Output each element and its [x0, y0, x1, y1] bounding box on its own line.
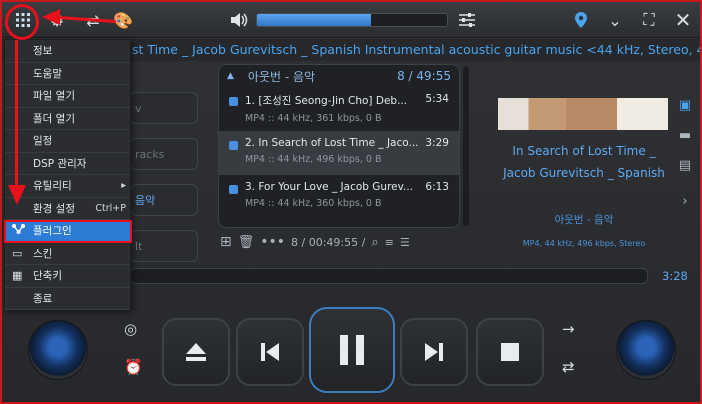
- playlist-scrollbar[interactable]: [463, 66, 469, 226]
- broadcast-icon[interactable]: ◎: [124, 320, 137, 338]
- more-icon[interactable]: •••: [260, 234, 285, 250]
- list-icon[interactable]: ☰: [400, 236, 410, 249]
- sort-icon[interactable]: ≡: [385, 236, 394, 249]
- main-menu: 정보 도움말 파일 열기 폴더 열기 일정 DSP 관리자 유틸리티 ▸ 환경 설…: [4, 39, 131, 310]
- playlist-name: 아웃번 - 음악: [247, 69, 316, 84]
- menu-item-open-file[interactable]: 파일 열기: [5, 85, 130, 108]
- playlist-panel: ▲ 아웃번 - 음악 8 / 49:55 1. [조성진 Seong-Jin C…: [218, 64, 460, 228]
- track-duration: 5:34: [425, 93, 449, 105]
- track-info: MP4 :: 44 kHz, 496 kbps, 0 B: [245, 154, 382, 165]
- menu-item-label: 폴더 열기: [33, 112, 75, 125]
- volume-slider[interactable]: [256, 13, 448, 27]
- track-title: 3. For Your Love _ Jacob Gurev...: [245, 181, 414, 193]
- now-playing-album: 아웃번 - 음악: [554, 214, 614, 226]
- equalizer-icon[interactable]: [456, 10, 478, 30]
- chevron-down-icon[interactable]: ⌄: [604, 10, 626, 30]
- track-checkbox[interactable]: [229, 185, 238, 194]
- track-title: 2. In Search of Lost Time _ Jaco...: [245, 137, 419, 149]
- repeat-icon[interactable]: ⇄: [562, 358, 575, 376]
- seek-bar[interactable]: [130, 268, 648, 284]
- menu-item-label: 정보: [33, 45, 53, 58]
- pause-button[interactable]: [309, 307, 395, 393]
- menu-item-shortcuts[interactable]: ▦ 단축키: [5, 265, 130, 288]
- track-info: MP4 :: 44 kHz, 360 kbps, 0 B: [245, 198, 382, 209]
- search-icon[interactable]: ⌕: [371, 235, 378, 250]
- annotation-arrow-down: [8, 185, 26, 205]
- menu-item-label: 유틸리티: [33, 180, 72, 193]
- eject-button[interactable]: [162, 318, 230, 386]
- track-duration: 6:13: [425, 181, 449, 193]
- annotation-line: [15, 40, 18, 188]
- fullscreen-icon[interactable]: ⛶: [638, 10, 660, 30]
- track-checkbox[interactable]: [229, 141, 238, 150]
- stop-button[interactable]: [476, 318, 544, 386]
- menu-item-schedule[interactable]: 일정: [5, 130, 130, 153]
- menu-item-exit[interactable]: 종료: [5, 288, 130, 310]
- arrow-right-icon[interactable]: →: [562, 320, 575, 338]
- clapperboard-icon[interactable]: ▬: [675, 128, 695, 150]
- eject-icon: [186, 343, 206, 361]
- now-playing-title: In Search of Lost Time _ Jacob Gurevitsc…: [503, 144, 665, 180]
- menu-item-help[interactable]: 도움말: [5, 63, 130, 85]
- add-to-playlist-icon[interactable]: ⊞: [220, 234, 232, 250]
- playlist-track[interactable]: 3. For Your Love _ Jacob Gurev... 6:13 MP…: [219, 175, 459, 219]
- submenu-arrow-icon: ▸: [121, 180, 126, 192]
- menu-item-label: 환경 설정: [33, 202, 75, 215]
- left-panel-button[interactable]: racks: [130, 138, 198, 170]
- left-knob[interactable]: [28, 320, 88, 380]
- menu-shortcut: Ctrl+P: [95, 202, 126, 214]
- volume-icon[interactable]: [228, 10, 250, 30]
- pause-icon: [340, 335, 364, 365]
- menu-item-dsp-manager[interactable]: DSP 관리자: [5, 153, 130, 175]
- contact-card-icon[interactable]: ▣: [675, 98, 695, 120]
- left-panel-button[interactable]: v: [130, 92, 198, 124]
- stop-icon: [501, 343, 519, 361]
- right-side-icons: ▣ ▬ ▤ ›: [675, 98, 695, 224]
- seek-time: 3:28: [662, 269, 688, 283]
- playlist-position: 8 / 49:55: [397, 69, 451, 83]
- playlist-track-active[interactable]: 2. In Search of Lost Time _ Jaco... 3:29 …: [219, 131, 459, 175]
- trash-icon[interactable]: 🗑: [238, 235, 255, 250]
- alarm-clock-icon[interactable]: ⏰: [124, 358, 143, 376]
- left-panel-button[interactable]: 음악: [130, 184, 198, 216]
- clipboard-icon[interactable]: ▤: [675, 158, 695, 180]
- location-pin-icon[interactable]: [570, 10, 592, 30]
- left-panel: v racks 음악 lt: [130, 92, 198, 262]
- menu-item-info[interactable]: 정보: [5, 40, 130, 63]
- collapse-caret-icon[interactable]: ▲: [227, 71, 234, 81]
- next-button[interactable]: [400, 318, 468, 386]
- playlist-track[interactable]: 1. [조성진 Seong-Jin Cho] Deb... 5:34 MP4 ::…: [219, 87, 459, 131]
- menu-item-label: 스킨: [33, 247, 53, 260]
- menu-item-label: 일정: [33, 135, 53, 148]
- previous-icon: [261, 343, 279, 361]
- menu-item-label: 도움말: [33, 67, 62, 80]
- previous-button[interactable]: [236, 318, 304, 386]
- chevron-right-icon[interactable]: ›: [675, 194, 695, 216]
- playlist-footer-status: 8 / 00:49:55 /: [291, 235, 366, 249]
- album-art: [498, 98, 668, 130]
- menu-item-open-folder[interactable]: 폴더 열기: [5, 108, 130, 130]
- keyboard-icon: ▦: [12, 269, 23, 283]
- menu-item-label: 파일 열기: [33, 90, 75, 103]
- menu-item-label: DSP 관리자: [33, 157, 87, 170]
- menu-item-label: 종료: [33, 292, 53, 305]
- track-checkbox[interactable]: [229, 97, 238, 106]
- left-panel-button[interactable]: lt: [130, 230, 198, 262]
- track-duration: 3:29: [425, 137, 449, 149]
- next-icon: [425, 343, 443, 361]
- track-info: MP4 :: 44 kHz, 361 kbps, 0 B: [245, 113, 382, 124]
- right-knob[interactable]: [616, 320, 676, 380]
- menu-item-skin[interactable]: ▭ 스킨: [5, 243, 130, 265]
- player-window: ⚙ ⇄ 🎨 ⌄ ⛶ ✕ st Time _ Jacob Gurevitsch _…: [0, 0, 702, 404]
- volume-fill: [257, 14, 371, 26]
- annotation-circle: [5, 4, 39, 40]
- skin-icon: ▭: [12, 246, 23, 260]
- track-title: 1. [조성진 Seong-Jin Cho] Deb...: [245, 95, 408, 107]
- now-playing-meta: MP4, 44 kHz, 496 kbps, Stereo: [522, 239, 646, 248]
- close-icon[interactable]: ✕: [672, 8, 694, 32]
- annotation-box: [4, 220, 132, 243]
- menu-item-label: 단축키: [33, 270, 62, 283]
- playlist-header[interactable]: ▲ 아웃번 - 음악 8 / 49:55: [219, 65, 459, 87]
- playlist-toolbar: ⊞ 🗑 ••• 8 / 00:49:55 / ⌕ ≡ ☰: [220, 232, 460, 252]
